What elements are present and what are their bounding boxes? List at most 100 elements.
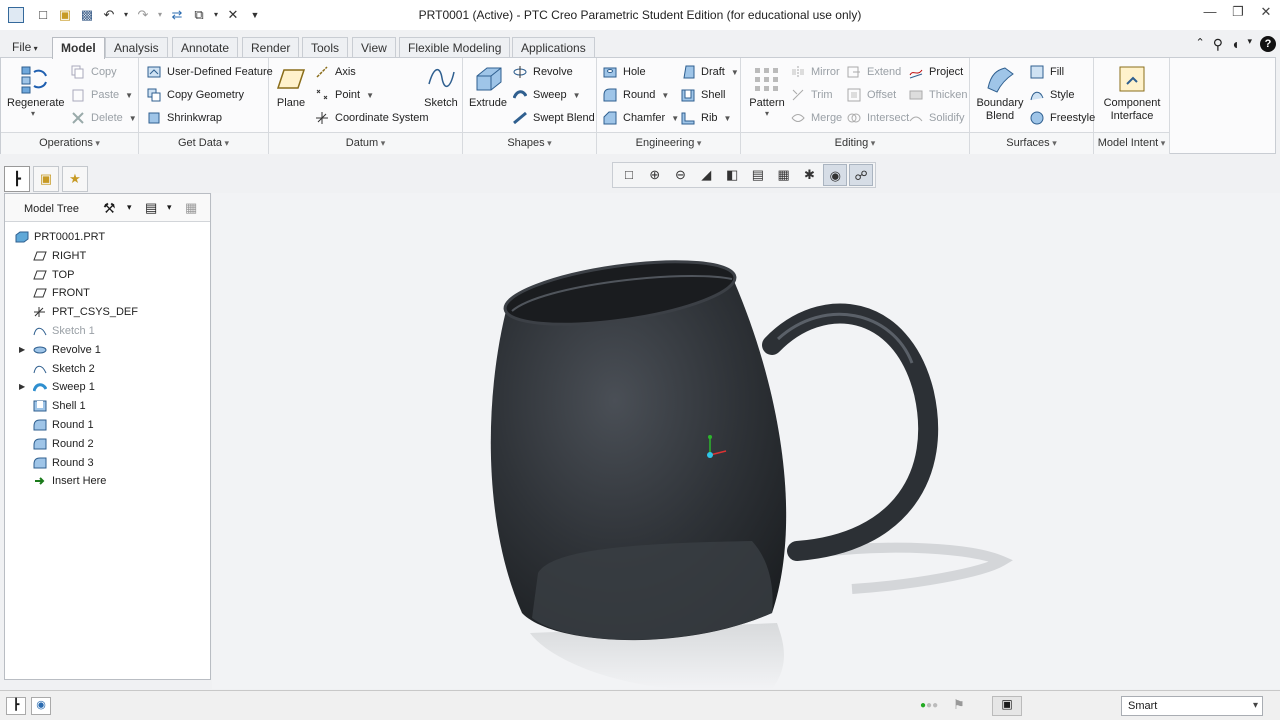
flag-icon[interactable]: ⚑ bbox=[953, 697, 965, 713]
repaint-icon[interactable]: ◢ bbox=[694, 164, 718, 186]
regeneration-status-icon[interactable]: ●●● bbox=[920, 700, 938, 711]
search-icon[interactable]: ⚲ bbox=[1213, 36, 1223, 53]
paste-button[interactable]: Paste ▼ bbox=[71, 85, 133, 105]
get-data-group-label[interactable]: Get Data bbox=[139, 132, 268, 154]
favorites-tab-icon[interactable]: ★ bbox=[62, 166, 88, 192]
draft-icon bbox=[683, 65, 695, 79]
tab-model[interactable]: Model bbox=[52, 37, 105, 59]
component-interface-button[interactable]: Component Interface bbox=[1098, 64, 1166, 123]
shell-button[interactable]: Shell bbox=[681, 85, 725, 105]
tab-applications[interactable]: Applications bbox=[512, 37, 595, 58]
trim-button[interactable]: Trim bbox=[791, 85, 833, 105]
extrude-button[interactable]: Extrude bbox=[467, 64, 509, 109]
engineering-group-label[interactable]: Engineering bbox=[597, 132, 740, 154]
style-button[interactable]: Style bbox=[1030, 85, 1074, 105]
sketch-icon bbox=[428, 69, 455, 87]
model-intent-group-label[interactable]: Model Intent bbox=[1094, 132, 1169, 154]
selection-filter-select[interactable]: Smart bbox=[1121, 696, 1263, 716]
editing-group-label[interactable]: Editing bbox=[741, 132, 969, 154]
thicken-button[interactable]: Thicken bbox=[909, 85, 968, 105]
tab-view[interactable]: View bbox=[352, 37, 396, 58]
pattern-dropdown-icon[interactable]: ▾ bbox=[747, 109, 787, 118]
tab-tools[interactable]: Tools bbox=[302, 37, 349, 58]
user-defined-feature-button[interactable]: User-Defined Feature bbox=[147, 62, 273, 82]
tab-analysis[interactable]: Analysis bbox=[105, 37, 168, 58]
zoom-out-icon[interactable]: ⊖ bbox=[669, 164, 693, 186]
saved-orientations-icon[interactable]: ▤ bbox=[746, 164, 770, 186]
tree-filter-icon[interactable]: ▦ bbox=[185, 200, 197, 216]
display-style-icon[interactable]: ◧ bbox=[720, 164, 744, 186]
intersect-button[interactable]: Intersect bbox=[847, 108, 909, 128]
show-dropdown-icon[interactable]: ▾ bbox=[167, 202, 172, 213]
minimize-icon[interactable]: — bbox=[1196, 4, 1224, 20]
swept-blend-button[interactable]: Swept Blend bbox=[513, 108, 595, 128]
copy-button[interactable]: Copy bbox=[71, 62, 117, 82]
tab-flexible-modeling[interactable]: Flexible Modeling bbox=[399, 37, 511, 58]
help-dropdown-icon[interactable]: ▾ bbox=[1247, 36, 1252, 53]
shapes-group-label[interactable]: Shapes bbox=[463, 132, 596, 154]
help-icon[interactable]: ? bbox=[1260, 36, 1276, 52]
chamfer-button[interactable]: Chamfer ▼ bbox=[603, 108, 679, 128]
expand-arrow-icon[interactable]: ▶ bbox=[19, 378, 25, 396]
rib-button[interactable]: Rib ▼ bbox=[681, 108, 731, 128]
sketch-button[interactable]: Sketch bbox=[423, 64, 459, 109]
tab-annotate[interactable]: Annotate bbox=[172, 37, 239, 58]
shrinkwrap-button[interactable]: Shrinkwrap bbox=[147, 108, 222, 128]
merge-button[interactable]: Merge bbox=[791, 108, 842, 128]
tree-item-label: FRONT bbox=[52, 287, 90, 300]
regenerate-button[interactable]: Regenerate ▾ bbox=[7, 64, 65, 118]
round-button[interactable]: Round ▼ bbox=[603, 85, 669, 105]
sweep-button[interactable]: Sweep ▼ bbox=[513, 85, 581, 105]
fill-button[interactable]: Fill bbox=[1030, 62, 1064, 82]
regenerate-dropdown-icon[interactable]: ▾ bbox=[7, 109, 59, 118]
copy-geometry-button[interactable]: Copy Geometry bbox=[147, 85, 244, 105]
group-operations: Regenerate ▾ Copy Paste ▼ Delete ▼ Operati… bbox=[1, 58, 139, 154]
datum-display-filters-icon[interactable]: ✱ bbox=[798, 164, 822, 186]
restore-icon[interactable]: ❐ bbox=[1224, 4, 1252, 20]
zoom-in-icon[interactable]: ⊕ bbox=[643, 164, 667, 186]
graphics-window[interactable] bbox=[212, 193, 1280, 690]
find-icon[interactable]: ▣ bbox=[992, 696, 1022, 716]
spin-center-icon[interactable]: ◉ bbox=[823, 164, 848, 186]
view-manager-icon[interactable]: ▦ bbox=[772, 164, 796, 186]
model-tree-tab-icon[interactable]: ┣ bbox=[4, 166, 30, 192]
freestyle-button[interactable]: Freestyle bbox=[1030, 108, 1095, 128]
boundary-blend-button[interactable]: Boundary Blend bbox=[974, 64, 1026, 123]
datum-group-label[interactable]: Datum bbox=[269, 132, 462, 154]
expand-arrow-icon[interactable]: ▶ bbox=[19, 341, 25, 359]
refit-icon[interactable]: □ bbox=[617, 164, 641, 186]
show-browser-icon[interactable]: ◉ bbox=[31, 697, 51, 715]
settings-dropdown-icon[interactable]: ▾ bbox=[127, 202, 132, 213]
hole-button[interactable]: Hole bbox=[603, 62, 646, 82]
csys-icon bbox=[316, 112, 328, 124]
extend-button[interactable]: Extend bbox=[847, 62, 901, 82]
close-icon[interactable]: ✕ bbox=[1252, 4, 1280, 20]
mirror-button[interactable]: Mirror bbox=[791, 62, 840, 82]
tree-item-label: Insert Here bbox=[52, 475, 107, 488]
point-button[interactable]: Point ▼ bbox=[315, 85, 374, 105]
pattern-button[interactable]: Pattern ▾ bbox=[747, 64, 787, 118]
tab-render[interactable]: Render bbox=[242, 37, 300, 58]
help-center-icon[interactable]: ◖ bbox=[1231, 36, 1239, 53]
operations-group-label[interactable]: Operations bbox=[1, 132, 138, 154]
revolve-button[interactable]: Revolve bbox=[513, 62, 573, 82]
offset-button[interactable]: Offset bbox=[847, 85, 896, 105]
plane-button[interactable]: Plane bbox=[275, 64, 307, 109]
surfaces-group-label[interactable]: Surfaces bbox=[970, 132, 1093, 154]
show-navigator-icon[interactable]: ┣ bbox=[6, 697, 26, 715]
show-icon[interactable]: ▤ bbox=[145, 200, 157, 216]
axis-button[interactable]: Axis bbox=[315, 62, 356, 82]
annotation-display-icon[interactable]: ☍ bbox=[849, 164, 873, 186]
coordinate-system-button[interactable]: Coordinate System bbox=[315, 108, 429, 128]
tab-file[interactable]: File ▾ bbox=[4, 37, 46, 58]
minimize-ribbon-icon[interactable]: ⌃ bbox=[1196, 36, 1205, 53]
thicken-icon bbox=[909, 90, 923, 100]
project-button[interactable]: Project bbox=[909, 62, 963, 82]
delete-button[interactable]: Delete ▼ bbox=[71, 108, 137, 128]
status-bar: ┣ ◉ ●●● ⚑ ▣ Smart bbox=[0, 690, 1280, 720]
settings-icon[interactable]: ⚒ bbox=[103, 200, 116, 217]
draft-button[interactable]: Draft ▼ bbox=[681, 62, 739, 82]
solidify-button[interactable]: Solidify bbox=[909, 108, 964, 128]
mug-model[interactable] bbox=[212, 193, 1280, 690]
folder-browser-tab-icon[interactable]: ▣ bbox=[33, 166, 59, 192]
